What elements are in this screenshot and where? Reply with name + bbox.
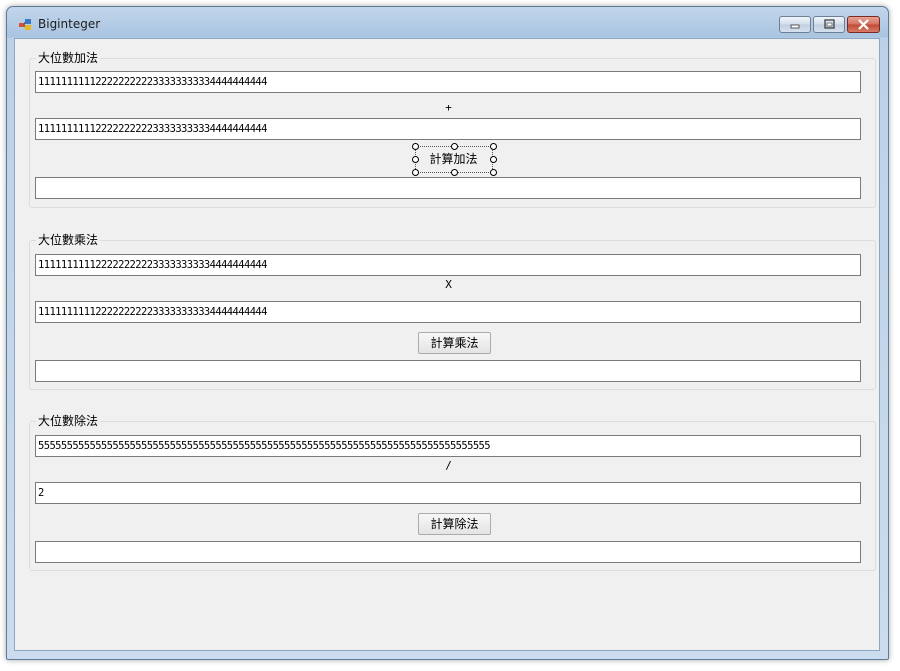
- resize-handle[interactable]: [451, 169, 458, 176]
- form-client-area: 大位數加法 1111111111222222222233333333334444…: [14, 38, 880, 651]
- multiplication-operator: X: [445, 278, 452, 291]
- division-group: 大位數除法 5555555555555555555555555555555555…: [29, 413, 876, 571]
- addition-group-label: 大位數加法: [36, 50, 101, 66]
- addition-input-b[interactable]: 1111111111222222222233333333334444444444: [35, 118, 861, 140]
- multiplication-group-label: 大位數乘法: [36, 232, 101, 248]
- division-input-b[interactable]: 2: [35, 482, 861, 504]
- window-title: Biginteger: [38, 17, 101, 31]
- close-icon: [858, 19, 869, 30]
- restore-icon: [824, 19, 835, 29]
- app-window: Biginteger 大位數加法 11111111112222222222333…: [6, 6, 889, 660]
- resize-handle[interactable]: [490, 143, 497, 150]
- resize-handle[interactable]: [412, 169, 419, 176]
- title-bar[interactable]: Biginteger: [7, 7, 888, 38]
- close-button[interactable]: [847, 16, 880, 33]
- multiplication-input-a[interactable]: 1111111111222222222233333333334444444444: [35, 254, 861, 276]
- division-input-a[interactable]: 5555555555555555555555555555555555555555…: [35, 435, 861, 457]
- resize-handle[interactable]: [490, 169, 497, 176]
- minimize-button[interactable]: [779, 16, 811, 33]
- division-operator: /: [445, 459, 452, 472]
- division-group-label: 大位數除法: [36, 413, 101, 429]
- compute-divide-button[interactable]: 計算除法: [418, 513, 491, 535]
- multiplication-group: 大位數乘法 1111111111222222222233333333334444…: [29, 232, 876, 390]
- addition-operator: +: [445, 101, 452, 114]
- division-result[interactable]: [35, 541, 861, 563]
- minimize-icon: [790, 24, 800, 29]
- compute-multiply-button[interactable]: 計算乘法: [418, 332, 491, 354]
- maximize-button[interactable]: [813, 16, 845, 33]
- compute-add-button[interactable]: 計算加法: [417, 148, 490, 170]
- addition-result[interactable]: [35, 177, 861, 199]
- addition-group: 大位數加法 1111111111222222222233333333334444…: [29, 50, 876, 208]
- resize-handle[interactable]: [490, 156, 497, 163]
- app-icon: [19, 19, 31, 30]
- addition-input-a[interactable]: 1111111111222222222233333333334444444444: [35, 71, 861, 93]
- multiplication-input-b[interactable]: 1111111111222222222233333333334444444444: [35, 301, 861, 323]
- multiplication-result[interactable]: [35, 360, 861, 382]
